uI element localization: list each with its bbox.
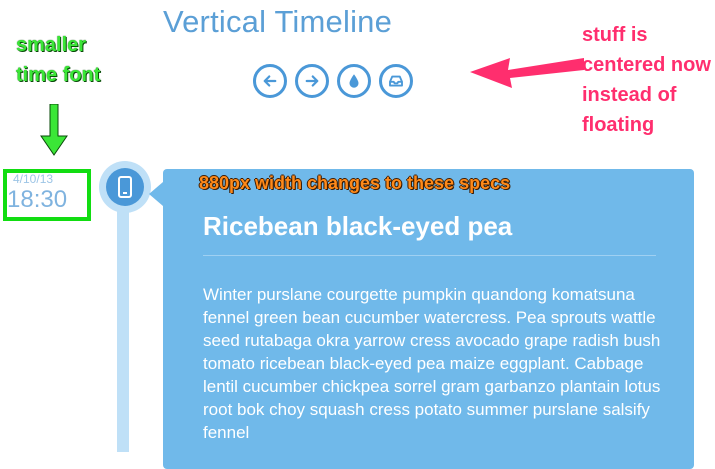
prev-button[interactable] <box>253 64 287 98</box>
annotation-time-font-note: smaller time font <box>16 34 101 86</box>
droplet-button[interactable] <box>337 64 371 98</box>
mobile-icon <box>118 176 132 198</box>
annotation-arrow-icon <box>470 58 584 88</box>
timeline-line <box>117 200 129 452</box>
timeline-node <box>99 161 151 213</box>
inbox-icon <box>389 75 403 87</box>
arrow-right-icon <box>305 75 319 87</box>
card-body: Winter purslane courgette pumpkin quando… <box>203 285 661 442</box>
annotation-down-arrow-icon <box>40 104 68 156</box>
timeline-date: 4/10/13 <box>13 172 54 186</box>
card-pointer <box>149 182 163 206</box>
annotation-width-note: 880px width changes to these specs <box>199 173 511 193</box>
card-divider <box>203 255 656 256</box>
next-button[interactable] <box>295 64 329 98</box>
timeline-time: 18:30 <box>7 186 68 213</box>
droplet-icon <box>349 74 359 88</box>
inbox-button[interactable] <box>379 64 413 98</box>
card-title: Ricebean black-eyed pea <box>203 211 513 241</box>
arrow-left-icon <box>263 75 277 87</box>
nav-button-group <box>253 64 413 98</box>
annotation-centered-note: stuff is centered now instead of floatin… <box>582 24 711 136</box>
